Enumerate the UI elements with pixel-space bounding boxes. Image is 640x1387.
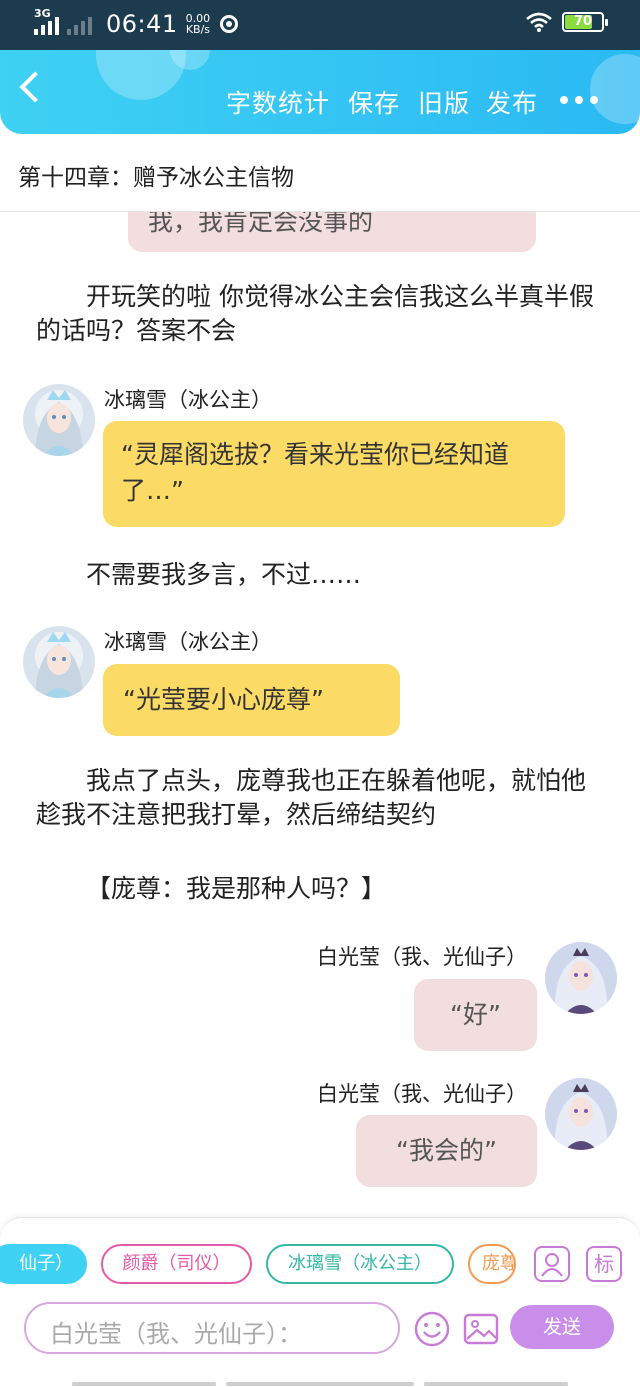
role-chip-pangzun[interactable]: 庞尊 [468, 1244, 516, 1284]
save-button[interactable]: 保存 [348, 84, 400, 120]
network-type: 3G [34, 7, 51, 20]
message-bubble[interactable]: “光莹要小心庞尊” [103, 664, 400, 736]
emoji-icon[interactable] [413, 1310, 451, 1348]
role-chip-light-fairy[interactable]: 仙子） [0, 1244, 87, 1284]
story-content[interactable]: 我，我肯定会没事的 开玩笑的啦 你觉得冰公主会信我这么半真半假的话吗？答案不会 … [0, 212, 640, 1217]
nav-bar[interactable] [226, 1382, 414, 1386]
avatar-light-fairy[interactable] [545, 942, 617, 1014]
input-bar: 仙子） 颜爵（司仪） 冰璃雪（冰公主） 庞尊 标 白光莹（我、光仙子）： 发送 [0, 1217, 640, 1387]
message-bubble[interactable]: “好” [414, 979, 537, 1051]
editor-header: 字数统计 保存 旧版 发布 [0, 50, 640, 134]
role-chip-yanjue[interactable]: 颜爵（司仪） [101, 1244, 252, 1284]
role-chip-ice-princess[interactable]: 冰璃雪（冰公主） [266, 1244, 454, 1284]
speaker-name: 冰璃雪（冰公主） [104, 630, 272, 654]
back-button[interactable] [19, 71, 51, 103]
nav-bar[interactable] [424, 1382, 568, 1386]
speaker-name: 白光莹（我、光仙子） [317, 945, 527, 969]
narration-paragraph[interactable]: 【庞尊：我是那种人吗？】 [36, 872, 596, 906]
battery-icon: 70 [562, 12, 608, 32]
message-bubble[interactable]: “我会的” [356, 1115, 537, 1187]
publish-button[interactable]: 发布 [486, 84, 538, 120]
signal-icon: 3G [34, 7, 59, 35]
old-version-button[interactable]: 旧版 [418, 84, 470, 120]
avatar-ice-princess[interactable] [23, 384, 95, 456]
status-bar: 3G 06:41 0.00 KB/s 70 [0, 0, 640, 50]
signal-2-icon [67, 13, 92, 35]
tag-button[interactable]: 标 [586, 1246, 622, 1282]
nav-bar[interactable] [72, 1382, 216, 1386]
narration-paragraph[interactable]: 不需要我多言，不过…… [36, 558, 596, 592]
avatar-ice-princess[interactable] [23, 626, 95, 698]
net-speed: 0.00 KB/s [185, 12, 211, 36]
app-notification-icon [220, 15, 239, 33]
speaker-name: 白光莹（我、光仙子） [317, 1082, 527, 1106]
speaker-name: 冰璃雪（冰公主） [104, 388, 272, 412]
send-button[interactable]: 发送 [510, 1305, 614, 1349]
message-bubble[interactable]: “灵犀阁选拔？看来光莹你已经知道了…” [103, 421, 565, 527]
narration-paragraph[interactable]: 开玩笑的啦 你觉得冰公主会信我这么半真半假的话吗？答案不会 [36, 280, 596, 348]
role-select-icon[interactable] [534, 1246, 570, 1282]
message-input[interactable]: 白光莹（我、光仙子）： [24, 1302, 400, 1354]
message-bubble[interactable]: 我，我肯定会没事的 [128, 212, 536, 252]
avatar-light-fairy[interactable] [545, 1078, 617, 1150]
more-menu-icon[interactable] [560, 96, 598, 104]
wifi-icon [526, 12, 552, 32]
narration-paragraph[interactable]: 我点了点头，庞尊我也正在躲着他呢，就怕他趁我不注意把我打晕，然后缔结契约 [36, 764, 596, 832]
word-count-button[interactable]: 字数统计 [226, 84, 330, 120]
chapter-title[interactable]: 第十四章：赠予冰公主信物 [0, 138, 640, 212]
clock: 06:41 [106, 10, 178, 38]
image-icon[interactable] [462, 1310, 500, 1348]
